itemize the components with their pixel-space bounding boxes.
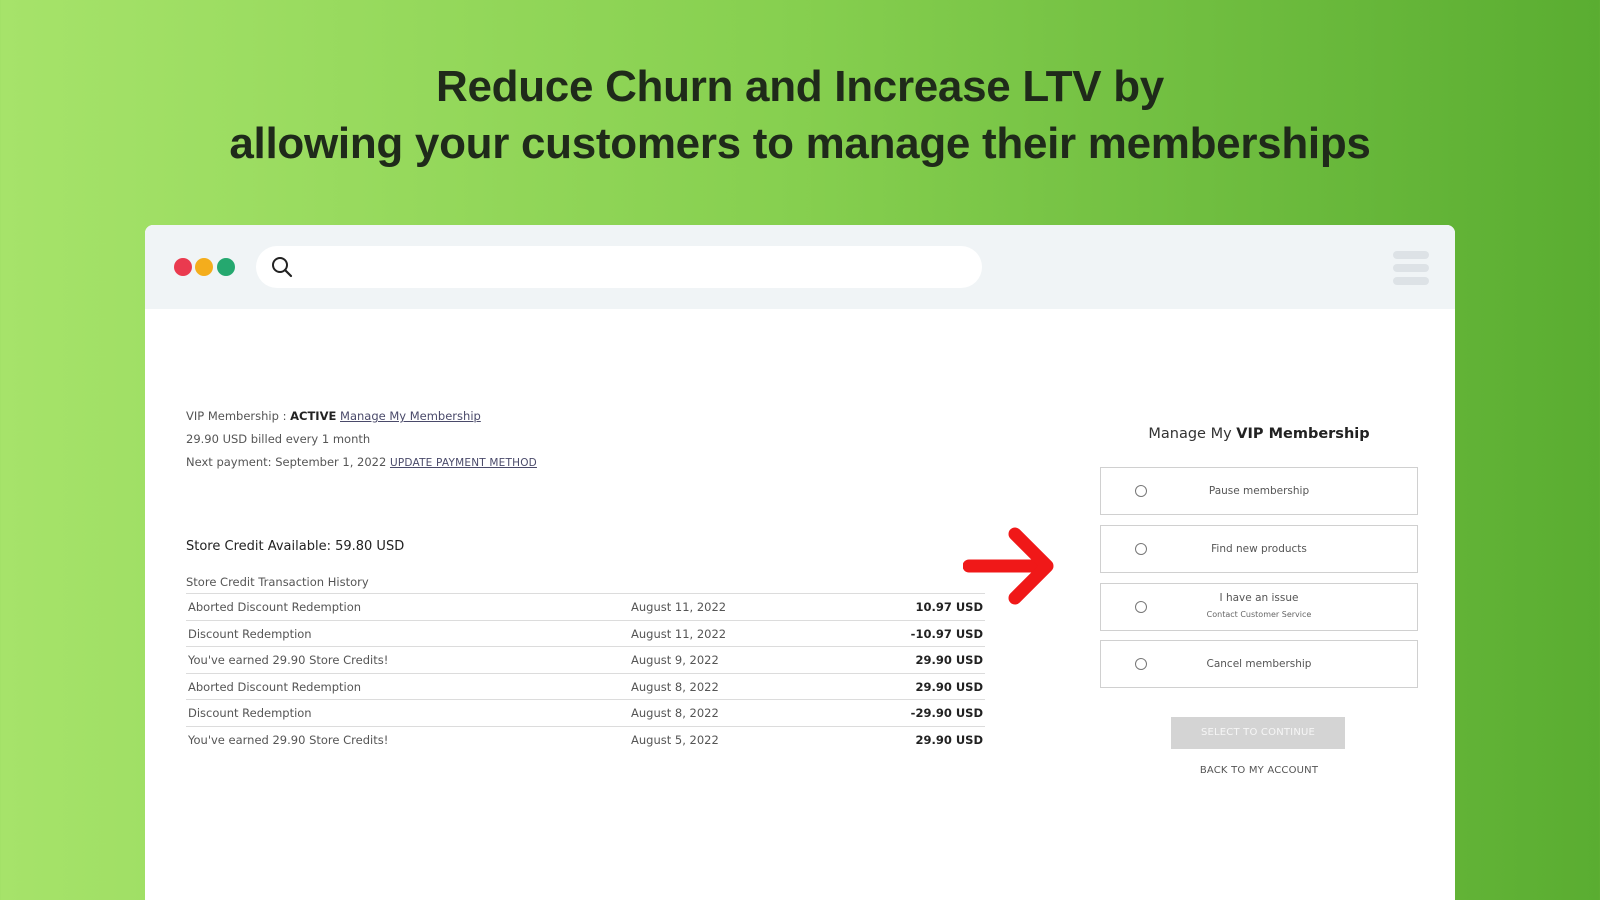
transaction-amount: 29.90 USD — [915, 732, 983, 747]
table-row: You've earned 29.90 Store Credits! Augus… — [186, 646, 985, 673]
billing-info: 29.90 USD billed every 1 month — [186, 432, 371, 446]
headline: Reduce Churn and Increase LTV by allowin… — [0, 58, 1600, 172]
back-to-account-link[interactable]: BACK TO MY ACCOUNT — [1100, 765, 1418, 776]
transaction-description: You've earned 29.90 Store Credits! — [188, 732, 389, 747]
option-label: Find new products — [1211, 543, 1307, 555]
headline-line-2: allowing your customers to manage their … — [229, 119, 1371, 168]
next-payment-line: Next payment: September 1, 2022 UPDATE P… — [186, 455, 537, 469]
search-bar[interactable] — [256, 246, 982, 288]
option-label: Pause membership — [1208, 485, 1310, 497]
select-to-continue-button[interactable]: SELECT TO CONTINUE — [1171, 717, 1345, 749]
minimize-window-dot[interactable] — [195, 258, 213, 276]
option-label: Cancel membership — [1206, 658, 1312, 670]
membership-status-line: VIP Membership : ACTIVE Manage My Member… — [186, 409, 481, 423]
transaction-description: Discount Redemption — [188, 626, 312, 641]
next-payment-text: Next payment: September 1, 2022 — [186, 455, 390, 469]
option-have-issue[interactable]: I have an issue Contact Customer Service — [1100, 583, 1418, 631]
transaction-date: August 11, 2022 — [631, 626, 727, 641]
table-row: Discount Redemption August 8, 2022 -29.9… — [186, 699, 985, 726]
table-row: Discount Redemption August 11, 2022 -10.… — [186, 619, 985, 647]
option-sublabel: Contact Customer Service — [1206, 610, 1312, 619]
transaction-amount: -10.97 USD — [910, 626, 983, 641]
transaction-description: Discount Redemption — [188, 706, 312, 720]
transaction-date: August 8, 2022 — [631, 679, 719, 694]
transaction-date: August 5, 2022 — [631, 732, 719, 747]
headline-line-1: Reduce Churn and Increase LTV by — [436, 62, 1164, 111]
transaction-date: August 11, 2022 — [631, 600, 727, 614]
option-cancel-membership[interactable]: Cancel membership — [1100, 640, 1418, 688]
history-title: Store Credit Transaction History — [186, 575, 369, 589]
option-pause-membership[interactable]: Pause membership — [1100, 467, 1418, 515]
panel-title-prefix: Manage My — [1148, 426, 1237, 442]
transaction-description: Aborted Discount Redemption — [188, 600, 362, 614]
maximize-window-dot[interactable] — [217, 258, 235, 276]
browser-toolbar — [145, 225, 1455, 309]
manage-membership-link[interactable]: Manage My Membership — [340, 409, 481, 423]
store-credit-available: Store Credit Available: 59.80 USD — [186, 539, 405, 554]
manage-panel-title: Manage My VIP Membership — [1100, 426, 1418, 442]
membership-status: ACTIVE — [290, 409, 337, 423]
option-find-new-products[interactable]: Find new products — [1100, 525, 1418, 573]
account-content: VIP Membership : ACTIVE Manage My Member… — [145, 309, 1455, 900]
transaction-amount: 29.90 USD — [915, 653, 983, 667]
transaction-amount: 29.90 USD — [915, 679, 983, 694]
table-row: Aborted Discount Redemption August 8, 20… — [186, 672, 985, 700]
table-row: Aborted Discount Redemption August 11, 2… — [186, 593, 985, 620]
transaction-amount: -29.90 USD — [910, 706, 983, 720]
membership-label: VIP Membership : — [186, 409, 291, 423]
transaction-description: Aborted Discount Redemption — [188, 679, 362, 694]
transaction-description: You've earned 29.90 Store Credits! — [188, 653, 389, 667]
transaction-date: August 9, 2022 — [631, 653, 719, 667]
panel-title-membership: VIP Membership — [1236, 426, 1370, 442]
update-payment-link[interactable]: UPDATE PAYMENT METHOD — [390, 457, 537, 469]
transaction-table: Aborted Discount Redemption August 11, 2… — [186, 593, 985, 752]
option-label: I have an issue — [1219, 592, 1299, 604]
close-window-dot[interactable] — [174, 258, 192, 276]
table-row: You've earned 29.90 Store Credits! Augus… — [186, 725, 985, 753]
hamburger-menu-icon[interactable] — [1393, 251, 1429, 287]
red-arrow-icon — [963, 527, 1054, 605]
search-icon — [270, 255, 294, 279]
browser-window: VIP Membership : ACTIVE Manage My Member… — [145, 225, 1455, 900]
transaction-date: August 8, 2022 — [631, 706, 719, 720]
